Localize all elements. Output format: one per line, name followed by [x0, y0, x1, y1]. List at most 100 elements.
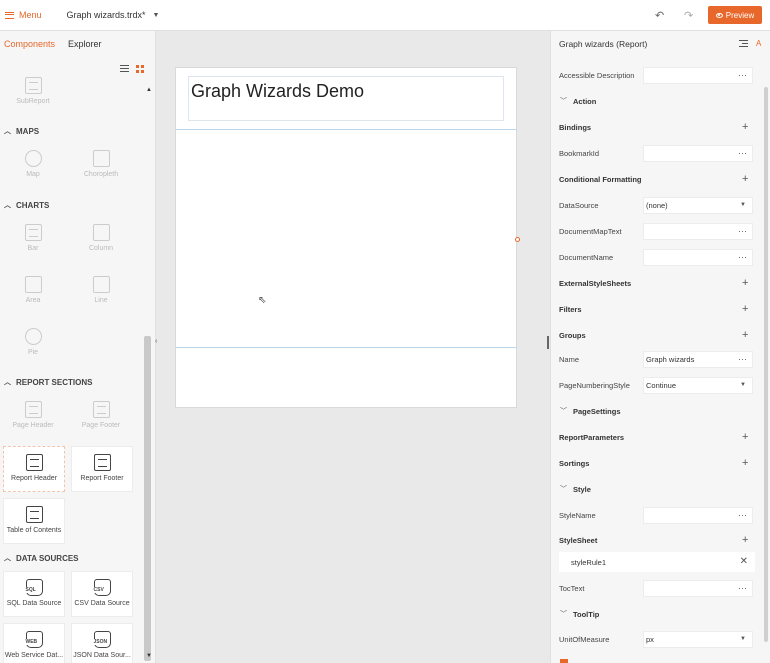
scroll-down-icon[interactable]: ▼	[146, 653, 152, 659]
tab-explorer[interactable]: Explorer	[68, 39, 102, 49]
add-icon[interactable]: +	[742, 277, 748, 289]
component-label: Page Footer	[81, 422, 121, 429]
component-sql-data-source[interactable]: SQL SQL Data Source	[3, 571, 65, 617]
more-icon[interactable]: ···	[738, 583, 747, 593]
add-icon[interactable]: +	[742, 121, 748, 133]
add-icon[interactable]: +	[742, 534, 748, 546]
resize-handle[interactable]	[515, 237, 520, 242]
sort-az-button[interactable]: A	[756, 39, 761, 48]
component-page-footer[interactable]: Page Footer	[70, 394, 132, 440]
prop-value-input[interactable]: ···	[643, 579, 753, 597]
component-report-header[interactable]: Report Header	[3, 446, 65, 492]
database-badge: JSON	[92, 639, 109, 645]
report-title-textbox[interactable]: Graph Wizards Demo	[188, 76, 504, 121]
prop-value-input[interactable]: Graph wizards ···	[643, 350, 753, 368]
more-icon[interactable]: ···	[738, 148, 747, 158]
component-line[interactable]: Line	[70, 269, 132, 315]
redo-icon[interactable]: ↷	[684, 9, 693, 22]
style-rule-item[interactable]: styleRule1 ✕	[559, 552, 755, 572]
list-view-icon[interactable]	[120, 65, 129, 72]
prop-value-input[interactable]: ···	[643, 222, 753, 240]
component-bar[interactable]: Bar	[2, 217, 64, 263]
more-icon[interactable]: ···	[738, 70, 747, 80]
section-charts[interactable]: ︿ CHARTS	[4, 200, 49, 210]
prop-page-settings[interactable]: ﹀ PageSettings	[551, 398, 761, 424]
section-maps[interactable]: ︿ MAPS	[4, 126, 39, 136]
component-csv-data-source[interactable]: CSV CSV Data Source	[71, 571, 133, 617]
component-table-of-contents[interactable]: Table of Contents	[3, 498, 65, 544]
add-icon[interactable]: +	[742, 173, 748, 185]
add-icon[interactable]: +	[742, 457, 748, 469]
prop-label: DocumentName	[559, 252, 614, 262]
categorize-icon[interactable]	[739, 40, 748, 47]
file-name-dropdown[interactable]: Graph wizards.trdx* ▼	[67, 10, 160, 20]
database-icon: WEB	[24, 631, 43, 648]
prop-accessible-description: Accessible Description ···	[551, 62, 761, 88]
grid-view-icon[interactable]	[136, 65, 144, 73]
report-footer-icon	[93, 454, 111, 471]
chevron-down-icon: ﹀	[560, 611, 567, 618]
component-web-service-data-source[interactable]: WEB Web Service Dat...	[3, 623, 65, 663]
section-label: REPORT SECTIONS	[16, 377, 93, 387]
database-icon: JSON	[92, 631, 111, 648]
component-pie[interactable]: Pie	[2, 321, 64, 367]
design-canvas[interactable]: Graph Wizards Demo ⇖	[158, 31, 550, 663]
undo-icon[interactable]: ↶	[655, 9, 664, 22]
preview-button[interactable]: Preview	[708, 6, 762, 24]
component-subreport[interactable]: SubReport	[2, 75, 64, 121]
prop-value-select[interactable]: Continue ▼	[643, 376, 753, 394]
add-icon[interactable]: +	[742, 431, 748, 443]
prop-data-source: DataSource (none) ▼	[551, 192, 761, 218]
prop-tool-tip[interactable]: ﹀ ToolTip	[551, 601, 761, 627]
component-column[interactable]: Column	[70, 217, 132, 263]
prop-style-name: StyleName ···	[551, 502, 761, 528]
prop-value-input[interactable]: ···	[643, 144, 753, 162]
component-label: SQL Data Source	[6, 600, 62, 607]
prop-value-input[interactable]: ···	[643, 248, 753, 266]
component-page-header[interactable]: Page Header	[2, 394, 64, 440]
component-report-footer[interactable]: Report Footer	[71, 446, 133, 492]
menu-button[interactable]: Menu	[5, 10, 42, 20]
component-label: Line	[94, 297, 108, 304]
chevron-down-icon: ﹀	[560, 486, 567, 493]
prop-page-numbering-style: PageNumberingStyle Continue ▼	[551, 372, 761, 398]
tab-components[interactable]: Components	[4, 39, 55, 49]
prop-value: Continue	[646, 380, 677, 390]
prop-label: Groups	[559, 330, 586, 340]
more-icon[interactable]: ···	[738, 354, 747, 364]
component-json-data-source[interactable]: JSON JSON Data Sour...	[71, 623, 133, 663]
report-page[interactable]: Graph Wizards Demo ⇖	[175, 67, 520, 408]
detail-boundary[interactable]	[176, 347, 516, 348]
eye-icon	[715, 12, 723, 18]
prop-value-select[interactable]: (none) ▼	[643, 196, 753, 214]
left-scrollbar[interactable]	[144, 336, 151, 661]
add-icon[interactable]: +	[742, 303, 748, 315]
more-icon[interactable]: ···	[738, 226, 747, 236]
panel-splitter[interactable]	[547, 336, 549, 349]
prop-style[interactable]: ﹀ Style	[551, 476, 761, 502]
component-label: Table of Contents	[6, 527, 62, 534]
add-icon[interactable]: +	[742, 329, 748, 341]
prop-action[interactable]: ﹀ Action	[551, 88, 761, 114]
report-title: Graph Wizards Demo	[191, 81, 365, 101]
prop-value-input[interactable]: ···	[643, 66, 753, 84]
prop-label: ToolTip	[573, 609, 600, 619]
component-area[interactable]: Area	[2, 269, 64, 315]
prop-label: Style	[573, 484, 591, 494]
prop-value-input[interactable]: ···	[643, 506, 753, 524]
prop-value-select[interactable]: px ▼	[643, 630, 753, 648]
collapse-left-icon[interactable]: ‹	[155, 338, 157, 345]
database-icon: SQL	[24, 579, 43, 596]
close-icon[interactable]: ✕	[740, 556, 748, 567]
more-icon[interactable]: ···	[738, 252, 747, 262]
component-map[interactable]: Map	[2, 143, 64, 189]
section-report-sections[interactable]: ︿ REPORT SECTIONS	[4, 377, 92, 387]
more-icon[interactable]: ···	[738, 510, 747, 520]
scroll-up-icon[interactable]: ▲	[146, 87, 152, 93]
dropdown-arrow-icon: ▼	[740, 201, 746, 208]
section-data-sources[interactable]: ︿ DATA SOURCES	[4, 553, 79, 563]
chevron-up-icon: ︿	[4, 128, 11, 135]
component-choropleth[interactable]: Choropleth	[70, 143, 132, 189]
report-header-boundary[interactable]	[176, 129, 516, 130]
right-scrollbar[interactable]	[764, 87, 768, 642]
